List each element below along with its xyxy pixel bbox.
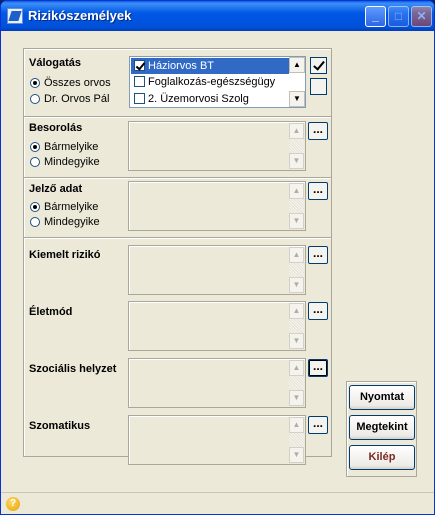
preview-button[interactable]: Megtekint (349, 415, 415, 440)
list-item[interactable]: 2. Üzemorvosi Szolg (131, 91, 289, 107)
scroll-down-icon[interactable]: ▼ (289, 390, 304, 406)
radio-icon (30, 142, 40, 152)
scroll-down-icon[interactable]: ▼ (289, 277, 304, 293)
scrollbar[interactable]: ▲ ▼ (289, 247, 304, 293)
list-item[interactable]: Foglalkozás-egészségügy (131, 74, 289, 90)
organization-list[interactable]: Háziorvos BT Foglalkozás-egészségügy 2. … (129, 56, 306, 108)
szocialis-helyzet-list[interactable]: ▲ ▼ (128, 358, 306, 408)
scroll-track (289, 376, 304, 390)
radio-icon (30, 94, 40, 104)
scrollbar[interactable]: ▲ ▼ (289, 123, 304, 169)
scrollbar[interactable]: ▲ ▼ (289, 303, 304, 349)
radio-icon (30, 78, 40, 88)
scroll-track (289, 139, 304, 153)
minimize-button[interactable]: _ (365, 6, 386, 27)
scroll-down-icon[interactable]: ▼ (289, 91, 305, 107)
radio-dr-orvos-pal[interactable]: Dr. Orvos Pál (30, 92, 109, 106)
radio-besorolas-barmelyike[interactable]: Bármelyike (30, 140, 98, 154)
divider (24, 237, 331, 239)
title-bar: Rizikószemélyek _ □ ✕ (1, 1, 434, 31)
list-scrollbar[interactable]: ▲ ▼ (289, 57, 305, 107)
app-window: Rizikószemélyek _ □ ✕ Válogatás Összes o… (0, 0, 435, 515)
checkbox[interactable] (134, 93, 145, 104)
jelzo-adat-browse-button[interactable]: ... (308, 182, 328, 200)
szomatikus-label: Szomatikus (29, 420, 91, 432)
szocialis-helyzet-label: Szociális helyzet (29, 363, 117, 375)
radio-icon (30, 217, 40, 227)
scroll-up-icon[interactable]: ▲ (289, 57, 305, 73)
scroll-down-icon[interactable]: ▼ (289, 333, 304, 349)
scroll-up-icon[interactable]: ▲ (289, 123, 304, 139)
radio-jelzo-mindegyike[interactable]: Mindegyike (30, 215, 100, 229)
scroll-track (289, 263, 304, 277)
eletmod-list[interactable]: ▲ ▼ (128, 301, 306, 351)
clear-all-button[interactable] (310, 78, 327, 95)
list-item[interactable]: Háziorvos BT (131, 58, 289, 74)
divider (24, 177, 331, 179)
szomatikus-browse-button[interactable]: ... (308, 416, 328, 434)
scrollbar[interactable]: ▲ ▼ (289, 183, 304, 229)
scroll-down-icon[interactable]: ▼ (289, 153, 304, 169)
app-icon (7, 8, 23, 24)
select-all-button[interactable] (310, 57, 327, 74)
scroll-up-icon[interactable]: ▲ (289, 247, 304, 263)
kiemelt-rizik-list[interactable]: ▲ ▼ (128, 245, 306, 295)
kiemelt-rizik-browse-button[interactable]: ... (308, 246, 328, 264)
besorolas-label: Besorolás (29, 122, 83, 134)
close-button: ✕ (411, 6, 432, 27)
radio-osszes-orvos[interactable]: Összes orvos (30, 76, 111, 90)
valogatas-label: Válogatás (29, 57, 81, 69)
radio-icon (30, 202, 40, 212)
radio-jelzo-barmelyike[interactable]: Bármelyike (30, 200, 98, 214)
scroll-up-icon[interactable]: ▲ (289, 417, 304, 433)
help-icon[interactable]: ? (6, 497, 20, 511)
szocialis-helyzet-browse-button[interactable]: ... (308, 359, 328, 377)
radio-besorolas-mindegyike[interactable]: Mindegyike (30, 155, 100, 169)
status-bar: ? (1, 492, 434, 514)
window-title: Rizikószemélyek (28, 8, 132, 23)
scroll-track (289, 433, 304, 447)
maximize-button: □ (388, 6, 409, 27)
besorolas-browse-button[interactable]: ... (308, 122, 328, 140)
scroll-up-icon[interactable]: ▲ (289, 360, 304, 376)
divider (24, 116, 331, 118)
checkbox-checked[interactable] (134, 60, 145, 71)
scroll-track (289, 199, 304, 213)
scroll-down-icon[interactable]: ▼ (289, 447, 304, 463)
scroll-up-icon[interactable]: ▲ (289, 303, 304, 319)
checkbox[interactable] (134, 76, 145, 87)
scrollbar[interactable]: ▲ ▼ (289, 360, 304, 406)
besorolas-list[interactable]: ▲ ▼ (128, 121, 306, 171)
jelzo-adat-label: Jelző adat (29, 183, 83, 195)
eletmod-browse-button[interactable]: ... (308, 302, 328, 320)
print-button[interactable]: Nyomtat (349, 385, 415, 410)
exit-button[interactable]: Kilép (349, 445, 415, 470)
scroll-track (289, 319, 304, 333)
radio-icon (30, 157, 40, 167)
eletmod-label: Életmód (29, 306, 73, 318)
scroll-up-icon[interactable]: ▲ (289, 183, 304, 199)
scrollbar[interactable]: ▲ ▼ (289, 417, 304, 463)
jelzo-adat-list[interactable]: ▲ ▼ (128, 181, 306, 231)
szomatikus-list[interactable]: ▲ ▼ (128, 415, 306, 465)
scroll-down-icon[interactable]: ▼ (289, 213, 304, 229)
kiemelt-rizik-label: Kiemelt rizikó (29, 249, 101, 261)
